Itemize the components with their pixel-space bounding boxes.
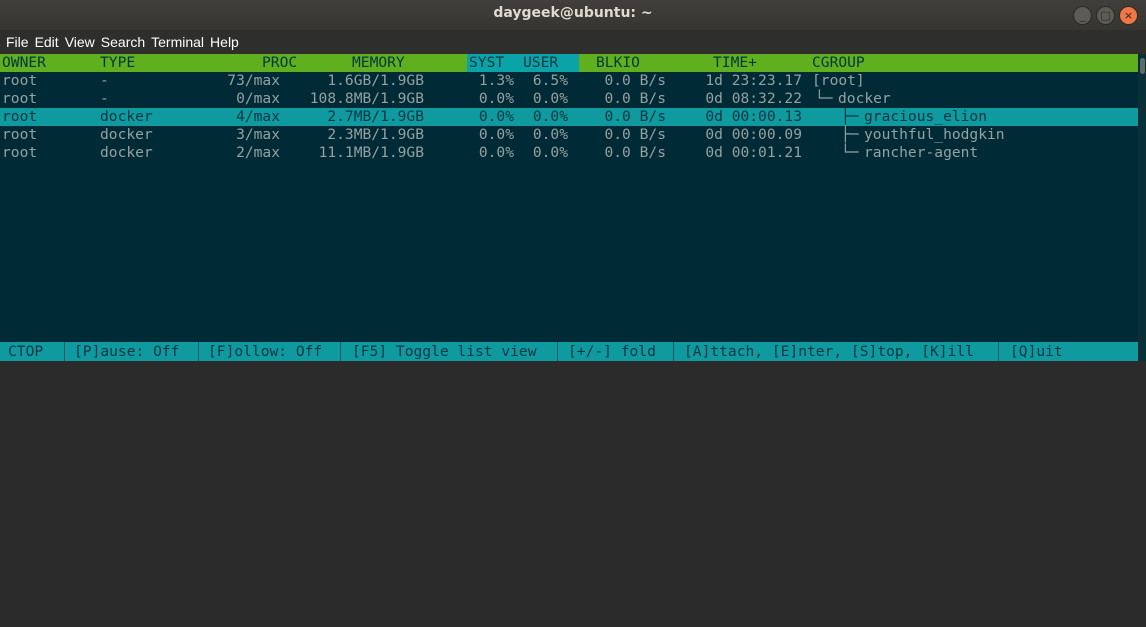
cell-owner: root — [2, 72, 38, 89]
cell-user: 0.0% — [532, 108, 568, 125]
fold-shortcut[interactable]: [+/-] fold — [568, 342, 656, 361]
cell-blkio: 0.0 B/s — [604, 108, 666, 125]
cell-blkio: 0.0 B/s — [604, 126, 666, 143]
status-divider — [673, 342, 674, 361]
cell-proc: 73/max — [227, 72, 280, 89]
col-owner[interactable]: OWNER — [2, 54, 46, 72]
scrollbar[interactable] — [1138, 54, 1146, 361]
col-memory[interactable]: MEMORY — [352, 54, 405, 72]
cell-proc: 2/max — [236, 144, 280, 161]
cell-user: 6.5% — [532, 72, 568, 89]
status-divider — [998, 342, 999, 361]
tree-connector: └─ — [841, 144, 859, 161]
col-time[interactable]: TIME+ — [713, 54, 757, 72]
cell-type: docker — [100, 144, 153, 161]
title-bar[interactable]: daygeek@ubuntu: ~ _ □ × — [0, 0, 1146, 30]
status-divider — [340, 342, 341, 361]
tree-connector: ├─ — [841, 108, 859, 125]
cell-memory: 2.7MB/1.9GB — [327, 108, 424, 125]
cell-type: docker — [100, 126, 153, 143]
menu-bar: File Edit View Search Terminal Help — [0, 30, 1146, 54]
quit-shortcut[interactable]: [Q]uit — [1010, 342, 1063, 361]
table-header: OWNER TYPE PROC MEMORY SYST USER BLKIO T… — [0, 54, 1138, 72]
cell-owner: root — [2, 126, 38, 143]
cell-syst: 0.0% — [478, 144, 514, 161]
cell-proc: 4/max — [236, 108, 280, 125]
cell-time: 0d 00:00.09 — [705, 126, 802, 143]
menu-file[interactable]: File — [3, 34, 32, 50]
col-cgroup[interactable]: CGROUP — [812, 54, 865, 72]
cell-cgroup: [root] — [812, 72, 865, 89]
cell-memory: 2.3MB/1.9GB — [327, 126, 424, 143]
terminal-window: daygeek@ubuntu: ~ _ □ × File Edit View S… — [0, 0, 1146, 361]
cell-user: 0.0% — [532, 144, 568, 161]
col-user[interactable]: USER — [520, 54, 579, 72]
menu-edit[interactable]: Edit — [32, 34, 62, 50]
cell-type: docker — [100, 108, 153, 125]
table-row-selected[interactable]: root docker 4/max 2.7MB/1.9GB 0.0% 0.0% … — [0, 108, 1138, 126]
cell-syst: 0.0% — [478, 126, 514, 143]
window-title: daygeek@ubuntu: ~ — [493, 5, 653, 21]
cell-syst: 0.0% — [478, 108, 514, 125]
table-row[interactable]: root - 73/max 1.6GB/1.9GB 1.3% 6.5% 0.0 … — [0, 72, 1138, 90]
tree-connector: └─ — [815, 90, 833, 107]
cell-cgroup: rancher-agent — [864, 144, 979, 161]
cell-memory: 11.1MB/1.9GB — [318, 144, 424, 161]
maximize-button[interactable]: □ — [1096, 6, 1115, 25]
cell-blkio: 0.0 B/s — [604, 90, 666, 107]
table-row[interactable]: root - 0/max 108.8MB/1.9GB 0.0% 0.0% 0.0… — [0, 90, 1138, 108]
table-row[interactable]: root docker 3/max 2.3MB/1.9GB 0.0% 0.0% … — [0, 126, 1138, 144]
terminal-area[interactable]: OWNER TYPE PROC MEMORY SYST USER BLKIO T… — [0, 54, 1138, 361]
close-button[interactable]: × — [1119, 6, 1138, 25]
menu-terminal[interactable]: Terminal — [148, 34, 207, 50]
cell-syst: 0.0% — [478, 90, 514, 107]
minimize-button[interactable]: _ — [1073, 6, 1092, 25]
cell-cgroup: youthful_hodgkin — [864, 126, 1005, 143]
follow-shortcut[interactable]: [F]ollow: Off — [208, 342, 322, 361]
col-proc[interactable]: PROC — [262, 54, 297, 72]
cell-time: 1d 23:23.17 — [705, 72, 802, 89]
col-syst[interactable]: SYST — [467, 54, 522, 72]
cell-time: 0d 08:32.22 — [705, 90, 802, 107]
cell-owner: root — [2, 90, 38, 107]
cell-user: 0.0% — [532, 126, 568, 143]
cell-time: 0d 00:01.21 — [705, 144, 802, 161]
toggle-list-view-shortcut[interactable]: [F5] Toggle list view — [352, 342, 537, 361]
status-app-name: CTOP — [8, 343, 44, 360]
col-type[interactable]: TYPE — [100, 54, 135, 72]
status-divider — [557, 342, 558, 361]
table-row[interactable]: root docker 2/max 11.1MB/1.9GB 0.0% 0.0%… — [0, 144, 1138, 162]
cell-blkio: 0.0 B/s — [604, 144, 666, 161]
menu-help[interactable]: Help — [207, 34, 242, 50]
pause-shortcut[interactable]: [P]ause: Off — [74, 342, 179, 361]
container-actions-shortcut[interactable]: [A]ttach, [E]nter, [S]top, [K]ill — [684, 342, 974, 361]
cell-time: 0d 00:00.13 — [705, 108, 802, 125]
cell-cgroup: docker — [838, 90, 891, 107]
cell-owner: root — [2, 108, 38, 125]
cell-type: - — [100, 72, 109, 89]
menu-search[interactable]: Search — [98, 34, 148, 50]
menu-view[interactable]: View — [62, 34, 98, 50]
cell-syst: 1.3% — [478, 72, 514, 89]
cell-cgroup: gracious_elion — [864, 108, 988, 125]
cell-proc: 0/max — [236, 90, 280, 107]
status-divider — [198, 342, 199, 361]
cell-user: 0.0% — [532, 90, 568, 107]
cell-memory: 108.8MB/1.9GB — [309, 90, 424, 107]
col-blkio[interactable]: BLKIO — [596, 54, 640, 72]
cell-type: - — [100, 90, 109, 107]
cell-owner: root — [2, 144, 38, 161]
cell-blkio: 0.0 B/s — [604, 72, 666, 89]
scrollbar-thumb[interactable] — [1140, 58, 1145, 74]
status-bar: CTOP [P]ause: Off [F]ollow: Off [F5] Tog… — [0, 342, 1138, 361]
cell-proc: 3/max — [236, 126, 280, 143]
cell-memory: 1.6GB/1.9GB — [327, 72, 424, 89]
status-divider — [64, 342, 65, 361]
tree-connector: ├─ — [841, 126, 859, 143]
